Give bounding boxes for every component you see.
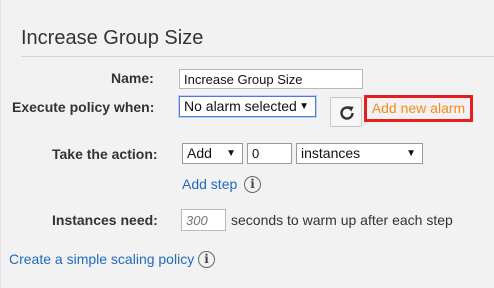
warmup-seconds-input[interactable] bbox=[181, 209, 226, 231]
chevron-down-icon: ▼ bbox=[299, 101, 309, 112]
execute-policy-label: Execute policy when: bbox=[12, 99, 155, 115]
panel-border bbox=[0, 0, 1, 288]
create-simple-scaling-policy-link[interactable]: Create a simple scaling policy bbox=[9, 251, 194, 267]
warmup-suffix-text: seconds to warm up after each step bbox=[231, 212, 453, 228]
refresh-icon bbox=[340, 106, 354, 120]
section-title: Increase Group Size bbox=[21, 27, 204, 49]
take-action-label: Take the action: bbox=[52, 146, 158, 162]
info-icon[interactable]: i bbox=[198, 251, 215, 268]
action-select[interactable]: Add ▼ bbox=[182, 143, 243, 164]
alarm-select[interactable]: No alarm selected ▼ bbox=[179, 96, 316, 117]
refresh-button[interactable] bbox=[330, 97, 362, 127]
add-new-alarm-link[interactable]: Add new alarm bbox=[364, 95, 473, 122]
instances-need-label: Instances need: bbox=[52, 212, 158, 228]
unit-select[interactable]: instances ▼ bbox=[296, 143, 423, 164]
name-input[interactable] bbox=[179, 69, 363, 89]
title-divider bbox=[21, 56, 494, 57]
chevron-down-icon: ▼ bbox=[226, 148, 236, 159]
name-label: Name: bbox=[111, 70, 154, 86]
add-step-link[interactable]: Add step bbox=[182, 176, 237, 192]
action-select-value: Add bbox=[187, 145, 212, 161]
scaling-policy-panel: Increase Group Size Name: Execute policy… bbox=[0, 0, 494, 288]
alarm-select-value: No alarm selected bbox=[184, 98, 297, 114]
chevron-down-icon: ▼ bbox=[406, 148, 416, 159]
amount-input[interactable] bbox=[247, 143, 292, 164]
unit-select-value: instances bbox=[301, 145, 361, 161]
info-icon[interactable]: i bbox=[244, 176, 261, 193]
